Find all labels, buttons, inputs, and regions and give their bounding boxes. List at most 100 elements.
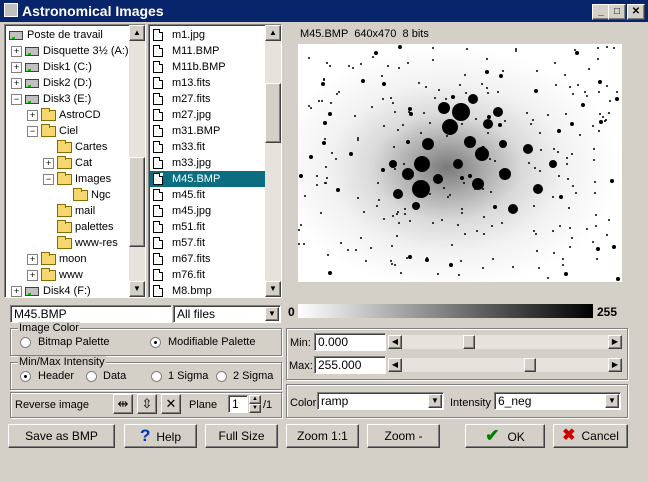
zoom-minus-button[interactable]: Zoom - xyxy=(367,424,440,448)
color-select[interactable]: ramp ▼ xyxy=(317,392,444,410)
tree-item[interactable]: − Ciel xyxy=(7,123,129,139)
min-slider-thumb[interactable] xyxy=(463,335,475,349)
zoom-1-1-button[interactable]: Zoom 1:1 xyxy=(286,424,359,448)
scroll-down-icon[interactable]: ▼ xyxy=(265,281,281,297)
expand-icon[interactable]: + xyxy=(27,254,38,265)
file-item[interactable]: M11.BMP xyxy=(150,43,266,59)
expand-icon[interactable]: + xyxy=(27,110,38,121)
file-item[interactable]: m57.fit xyxy=(150,235,266,251)
one-sigma-radio[interactable]: 1 Sigma xyxy=(151,370,211,384)
file-item[interactable]: m51.fit xyxy=(150,219,266,235)
scroll-down-icon[interactable]: ▼ xyxy=(129,281,145,297)
scroll-thumb[interactable] xyxy=(265,83,281,143)
full-size-button[interactable]: Full Size xyxy=(205,424,278,448)
help-button[interactable]: ? Help xyxy=(124,424,197,448)
chevron-down-icon[interactable]: ▼ xyxy=(428,394,442,408)
expand-icon[interactable]: + xyxy=(11,286,22,297)
tree-scrollbar[interactable]: ▲ ▼ xyxy=(129,25,145,297)
file-item[interactable]: m45.fit xyxy=(150,187,266,203)
tree-item[interactable]: palettes xyxy=(7,219,129,235)
file-item[interactable]: m31.BMP xyxy=(150,123,266,139)
radio-icon[interactable] xyxy=(151,371,162,382)
chevron-down-icon[interactable]: ▼ xyxy=(265,307,279,321)
intensity-select[interactable]: 6_neg ▼ xyxy=(494,392,621,410)
tree-item[interactable]: + Cat xyxy=(7,155,129,171)
file-item[interactable]: M8.bmp xyxy=(150,283,266,297)
max-input[interactable]: 255.000 xyxy=(314,356,386,374)
modifiable-palette-radio[interactable]: Modifiable Palette xyxy=(150,336,275,350)
file-item[interactable]: m13.fits xyxy=(150,75,266,91)
expand-icon[interactable]: + xyxy=(11,46,22,57)
file-item[interactable]: M45.BMP xyxy=(150,171,266,187)
bitmap-palette-radio[interactable]: Bitmap Palette xyxy=(20,336,140,350)
radio-icon[interactable] xyxy=(20,371,31,382)
file-item[interactable]: m67.fits xyxy=(150,251,266,267)
radio-icon[interactable] xyxy=(86,371,97,382)
expand-icon[interactable]: + xyxy=(11,78,22,89)
file-item[interactable]: m1.jpg xyxy=(150,27,266,43)
min-input[interactable]: 0.000 xyxy=(314,333,386,351)
tree-item[interactable]: + Disquette 3½ (A:) xyxy=(7,43,129,59)
file-item[interactable]: m33.fit xyxy=(150,139,266,155)
file-item[interactable]: M11b.BMP xyxy=(150,59,266,75)
scroll-thumb[interactable] xyxy=(129,157,145,247)
radio-icon[interactable] xyxy=(216,371,227,382)
collapse-icon[interactable]: − xyxy=(11,94,22,105)
scroll-up-icon[interactable]: ▲ xyxy=(129,25,145,41)
file-list[interactable]: m1.jpg M11.BMP M11b.BMP m13.fits m27.fits m27… xyxy=(148,24,282,298)
app-icon[interactable] xyxy=(4,3,18,17)
plane-input[interactable]: 1 xyxy=(228,395,248,413)
tree-item[interactable]: Cartes xyxy=(7,139,129,155)
data-radio[interactable]: Data xyxy=(86,370,136,384)
max-slider-thumb[interactable] xyxy=(524,358,536,372)
max-slider[interactable]: ◀ ▶ xyxy=(387,357,623,373)
tree-item[interactable]: + www xyxy=(7,267,129,283)
tree-item[interactable]: mail xyxy=(7,203,129,219)
cancel-button[interactable]: ✖ Cancel xyxy=(553,424,628,448)
plane-down-icon[interactable]: ▼ xyxy=(249,404,261,413)
close-button[interactable]: ✕ xyxy=(627,4,645,20)
expand-icon[interactable]: + xyxy=(43,158,54,169)
tree-item[interactable]: Ngc xyxy=(7,187,129,203)
filename-field[interactable]: M45.BMP xyxy=(10,305,172,323)
file-item[interactable]: m45.jpg xyxy=(150,203,266,219)
rotate-icon[interactable]: ✕ xyxy=(161,394,181,414)
ok-button[interactable]: ✔ OK xyxy=(465,424,545,448)
tree-item[interactable]: − Disk3 (E:) xyxy=(7,91,129,107)
title-bar[interactable]: Astronomical Images _ □ ✕ xyxy=(0,0,648,22)
radio-icon[interactable] xyxy=(20,337,31,348)
file-item[interactable]: m76.fit xyxy=(150,267,266,283)
tree-item[interactable]: + Disk1 (C:) xyxy=(7,59,129,75)
chevron-down-icon[interactable]: ▼ xyxy=(605,394,619,408)
radio-icon[interactable] xyxy=(150,337,161,348)
file-item[interactable]: m27.fits xyxy=(150,91,266,107)
expand-icon[interactable]: + xyxy=(11,62,22,73)
tree-item[interactable]: + Disk2 (D:) xyxy=(7,75,129,91)
scroll-right-icon[interactable]: ▶ xyxy=(608,335,622,349)
expand-icon[interactable]: + xyxy=(27,270,38,281)
tree-item[interactable]: + moon xyxy=(7,251,129,267)
plane-up-icon[interactable]: ▲ xyxy=(249,395,261,404)
flip-vertical-icon[interactable]: ⇳ xyxy=(137,394,157,414)
file-item[interactable]: m33.jpg xyxy=(150,155,266,171)
tree-item[interactable]: + Disk4 (F:) xyxy=(7,283,129,297)
filter-select[interactable]: All files ▼ xyxy=(173,305,281,323)
save-as-bmp-button[interactable]: Save as BMP xyxy=(8,424,115,448)
maximize-button[interactable]: □ xyxy=(608,4,626,20)
tree-item[interactable]: Poste de travail xyxy=(7,27,129,43)
scroll-up-icon[interactable]: ▲ xyxy=(265,25,281,41)
flip-horizontal-icon[interactable]: ⇹ xyxy=(113,394,133,414)
scroll-left-icon[interactable]: ◀ xyxy=(388,335,402,349)
tree-item[interactable]: + AstroCD xyxy=(7,107,129,123)
collapse-icon[interactable]: − xyxy=(27,126,38,137)
two-sigma-radio[interactable]: 2 Sigma xyxy=(216,370,278,384)
tree-item[interactable]: − Images xyxy=(7,171,129,187)
directory-tree[interactable]: Poste de travail + Disquette 3½ (A:) + Disk1… xyxy=(4,24,146,298)
min-slider[interactable]: ◀ ▶ xyxy=(387,334,623,350)
file-item[interactable]: m27.jpg xyxy=(150,107,266,123)
file-scrollbar[interactable]: ▲ ▼ xyxy=(265,25,281,297)
header-radio[interactable]: Header xyxy=(20,370,80,384)
scroll-right-icon[interactable]: ▶ xyxy=(608,358,622,372)
collapse-icon[interactable]: − xyxy=(43,174,54,185)
tree-item[interactable]: www-res xyxy=(7,235,129,251)
